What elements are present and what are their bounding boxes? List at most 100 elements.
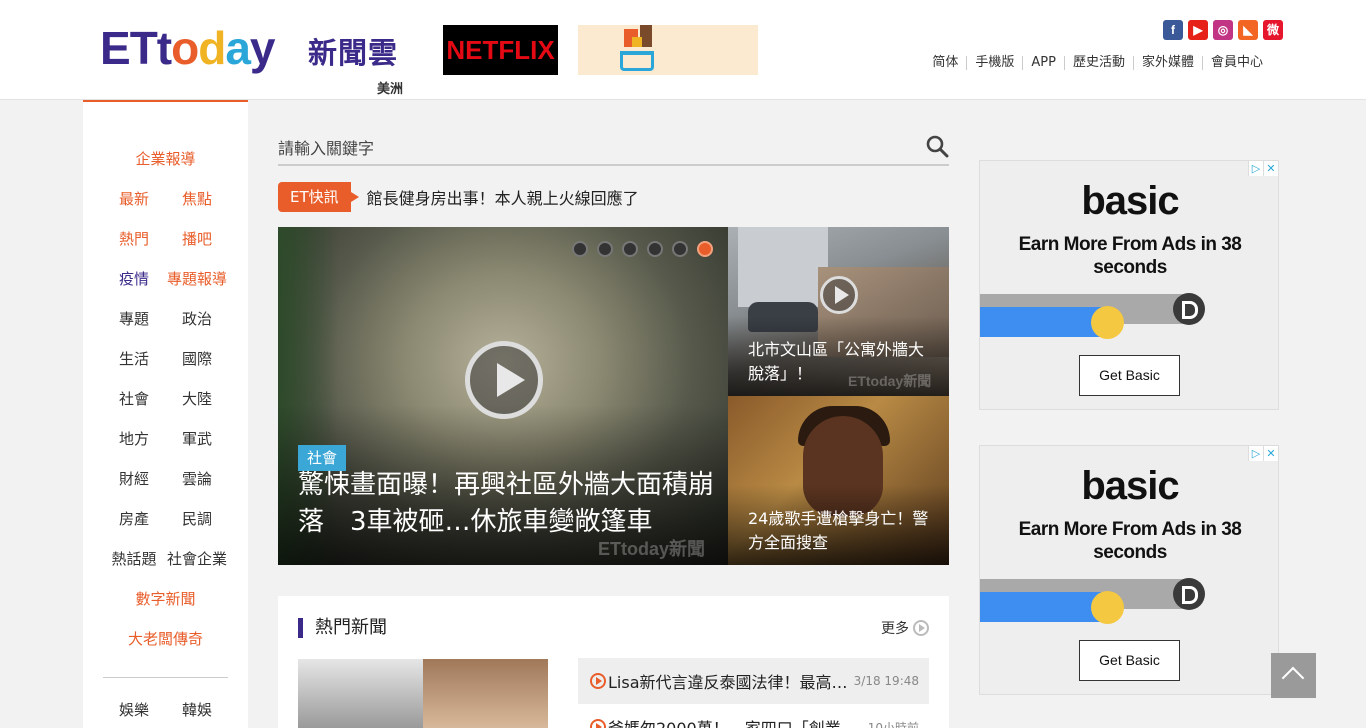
carousel-dot-active[interactable]	[697, 241, 713, 257]
nav-society[interactable]: 社會	[99, 388, 169, 409]
more-link[interactable]: 更多	[881, 618, 929, 638]
netflix-banner-ad[interactable]: NETFLIX	[443, 25, 558, 75]
nav-special-report[interactable]: 專題報導	[162, 268, 232, 289]
side-story-title[interactable]: 24歲歌手遭槍擊身亡！警方全面搜查	[748, 507, 938, 555]
nav-korean-ent[interactable]: 韓娛	[162, 699, 232, 720]
get-basic-button[interactable]: Get Basic	[1079, 640, 1180, 681]
nav-local[interactable]: 地方	[99, 428, 169, 449]
carousel-dot[interactable]	[622, 241, 638, 257]
nav-corporate[interactable]: 企業報導	[83, 148, 248, 169]
play-icon[interactable]	[465, 341, 543, 419]
search-bar	[278, 130, 949, 166]
close-icon[interactable]: ✕	[1263, 161, 1278, 176]
weibo-icon[interactable]: 微	[1263, 20, 1283, 40]
breaking-news-ticker: ET快訊 館長健身房出事！本人親上火線回應了	[278, 182, 639, 212]
shopping-banner-ad[interactable]	[578, 25, 758, 75]
logo-region: 美洲	[377, 82, 404, 97]
play-icon[interactable]	[820, 276, 858, 314]
play-circle-icon	[590, 673, 606, 689]
nav-international[interactable]: 國際	[162, 348, 232, 369]
ad-choices: ▷ ✕	[1248, 161, 1278, 176]
basic-brand-icon	[1173, 578, 1205, 610]
ettoday-logo[interactable]: ETtoday 新聞雲 美洲	[100, 22, 410, 97]
hot-news-thumbnail[interactable]	[298, 659, 548, 728]
facebook-icon[interactable]: f	[1163, 20, 1183, 40]
flash-headline[interactable]: 館長健身房出事！本人親上火線回應了	[367, 185, 639, 209]
flash-tag: ET快訊	[278, 182, 359, 212]
nav-focus[interactable]: 焦點	[162, 188, 232, 209]
basic-brand-icon	[1173, 293, 1205, 325]
hot-news-heading: 熱門新聞	[298, 618, 387, 638]
nav-finance[interactable]: 財經	[99, 468, 169, 489]
link-mobile[interactable]: 手機版	[966, 56, 1022, 70]
youtube-icon[interactable]: ▶	[1188, 20, 1208, 40]
nav-video[interactable]: 播吧	[162, 228, 232, 249]
gift-box-icon	[632, 37, 642, 47]
get-basic-button[interactable]: Get Basic	[1079, 355, 1180, 396]
adchoices-icon[interactable]: ▷	[1248, 446, 1263, 461]
logo-chinese: 新聞雲	[308, 36, 399, 70]
feature-story[interactable]: ETtoday新聞 社會 驚悚畫面曝！再興社區外牆大面積崩落 3車被砸…休旅車變…	[278, 227, 728, 565]
shopping-basket-icon	[620, 51, 654, 71]
rss-icon[interactable]: ◣	[1238, 20, 1258, 40]
side-story-1[interactable]: ETtoday新聞 北市文山區「公寓外牆大脫落」！	[728, 227, 949, 396]
nav-military[interactable]: 軍武	[162, 428, 232, 449]
list-item-time: 10小時前	[867, 720, 919, 728]
instagram-icon[interactable]: ◎	[1213, 20, 1233, 40]
carousel-dot[interactable]	[572, 241, 588, 257]
hot-news-list: Lisa新代言違反泰國法律！最高「… 3/18 19:48 爸媽匆2000萬！ …	[578, 658, 929, 728]
left-nav: 企業報導 最新 焦點 熱門 播吧 疫情 專題報導 專題 政治 生活 國際 社會 …	[83, 100, 248, 728]
feature-title[interactable]: 驚悚畫面曝！再興社區外牆大面積崩落 3車被砸…休旅車變敞篷車	[298, 467, 718, 541]
arrow-right-circle-icon	[913, 620, 929, 636]
list-item-time: 3/18 19:48	[853, 674, 919, 688]
display-ad[interactable]: ▷ ✕ basic Earn More From Ads in 38 secon…	[979, 160, 1279, 410]
nav-hot[interactable]: 熱門	[99, 228, 169, 249]
link-outdoor-media[interactable]: 家外媒體	[1132, 56, 1202, 70]
close-icon[interactable]: ✕	[1263, 446, 1278, 461]
nav-life[interactable]: 生活	[99, 348, 169, 369]
carousel-dot[interactable]	[672, 241, 688, 257]
back-to-top-button[interactable]	[1271, 653, 1316, 698]
list-item[interactable]: 爸媽匆2000萬！ 家四口「創業專… 10小時前	[578, 704, 929, 728]
nav-pandemic[interactable]: 疫情	[99, 268, 169, 289]
link-member-center[interactable]: 會員中心	[1201, 56, 1271, 70]
adchoices-icon[interactable]: ▷	[1248, 161, 1263, 176]
nav-entertainment[interactable]: 娛樂	[99, 699, 169, 720]
nav-digital-news[interactable]: 數字新聞	[83, 588, 248, 609]
hot-news-section: 熱門新聞 更多 Lisa新代言違反泰國法律！最高「… 3/18 19:48 爸媽…	[278, 596, 949, 728]
nav-politics[interactable]: 政治	[162, 308, 232, 329]
link-app[interactable]: APP	[1022, 56, 1064, 70]
ad-choices: ▷ ✕	[1248, 446, 1278, 461]
nav-topics[interactable]: 專題	[99, 308, 169, 329]
carousel-dot[interactable]	[597, 241, 613, 257]
nav-realestate[interactable]: 房產	[99, 508, 169, 529]
link-simplified[interactable]: 简体	[924, 56, 966, 70]
ad-progress-fill	[980, 592, 1108, 622]
side-story-title[interactable]: 北市文山區「公寓外牆大脫落」！	[748, 338, 938, 386]
nav-divider	[103, 677, 228, 678]
ad-headline: Earn More From Ads in 38 seconds	[1018, 234, 1242, 278]
link-history-events[interactable]: 歷史活動	[1063, 56, 1133, 70]
social-links: f ▶ ◎ ◣ 微	[1163, 20, 1283, 40]
nav-social-enterprise[interactable]: 社會企業	[162, 548, 232, 569]
thumbnail-right	[423, 659, 548, 728]
side-story-2[interactable]: 24歲歌手遭槍擊身亡！警方全面搜查	[728, 396, 949, 565]
search-input[interactable]	[278, 134, 908, 162]
ad-logo: basic	[1081, 464, 1179, 508]
ad-slider-knob	[1091, 591, 1124, 624]
thumbnail-left	[298, 659, 423, 728]
nav-latest[interactable]: 最新	[99, 188, 169, 209]
list-item-title: Lisa新代言違反泰國法律！最高「…	[608, 673, 852, 692]
display-ad[interactable]: ▷ ✕ basic Earn More From Ads in 38 secon…	[979, 445, 1279, 695]
nav-hot-topics[interactable]: 熱話題	[99, 548, 169, 569]
nav-opinion[interactable]: 雲論	[162, 468, 232, 489]
ad-logo: basic	[1081, 179, 1179, 223]
list-item[interactable]: Lisa新代言違反泰國法律！最高「… 3/18 19:48	[578, 658, 929, 704]
ad-slider-knob	[1091, 306, 1124, 339]
search-icon[interactable]	[925, 134, 949, 158]
ad-progress-fill	[980, 307, 1108, 337]
nav-boss-legend[interactable]: 大老闆傳奇	[83, 628, 248, 649]
nav-polls[interactable]: 民調	[162, 508, 232, 529]
carousel-dot[interactable]	[647, 241, 663, 257]
nav-china[interactable]: 大陸	[162, 388, 232, 409]
